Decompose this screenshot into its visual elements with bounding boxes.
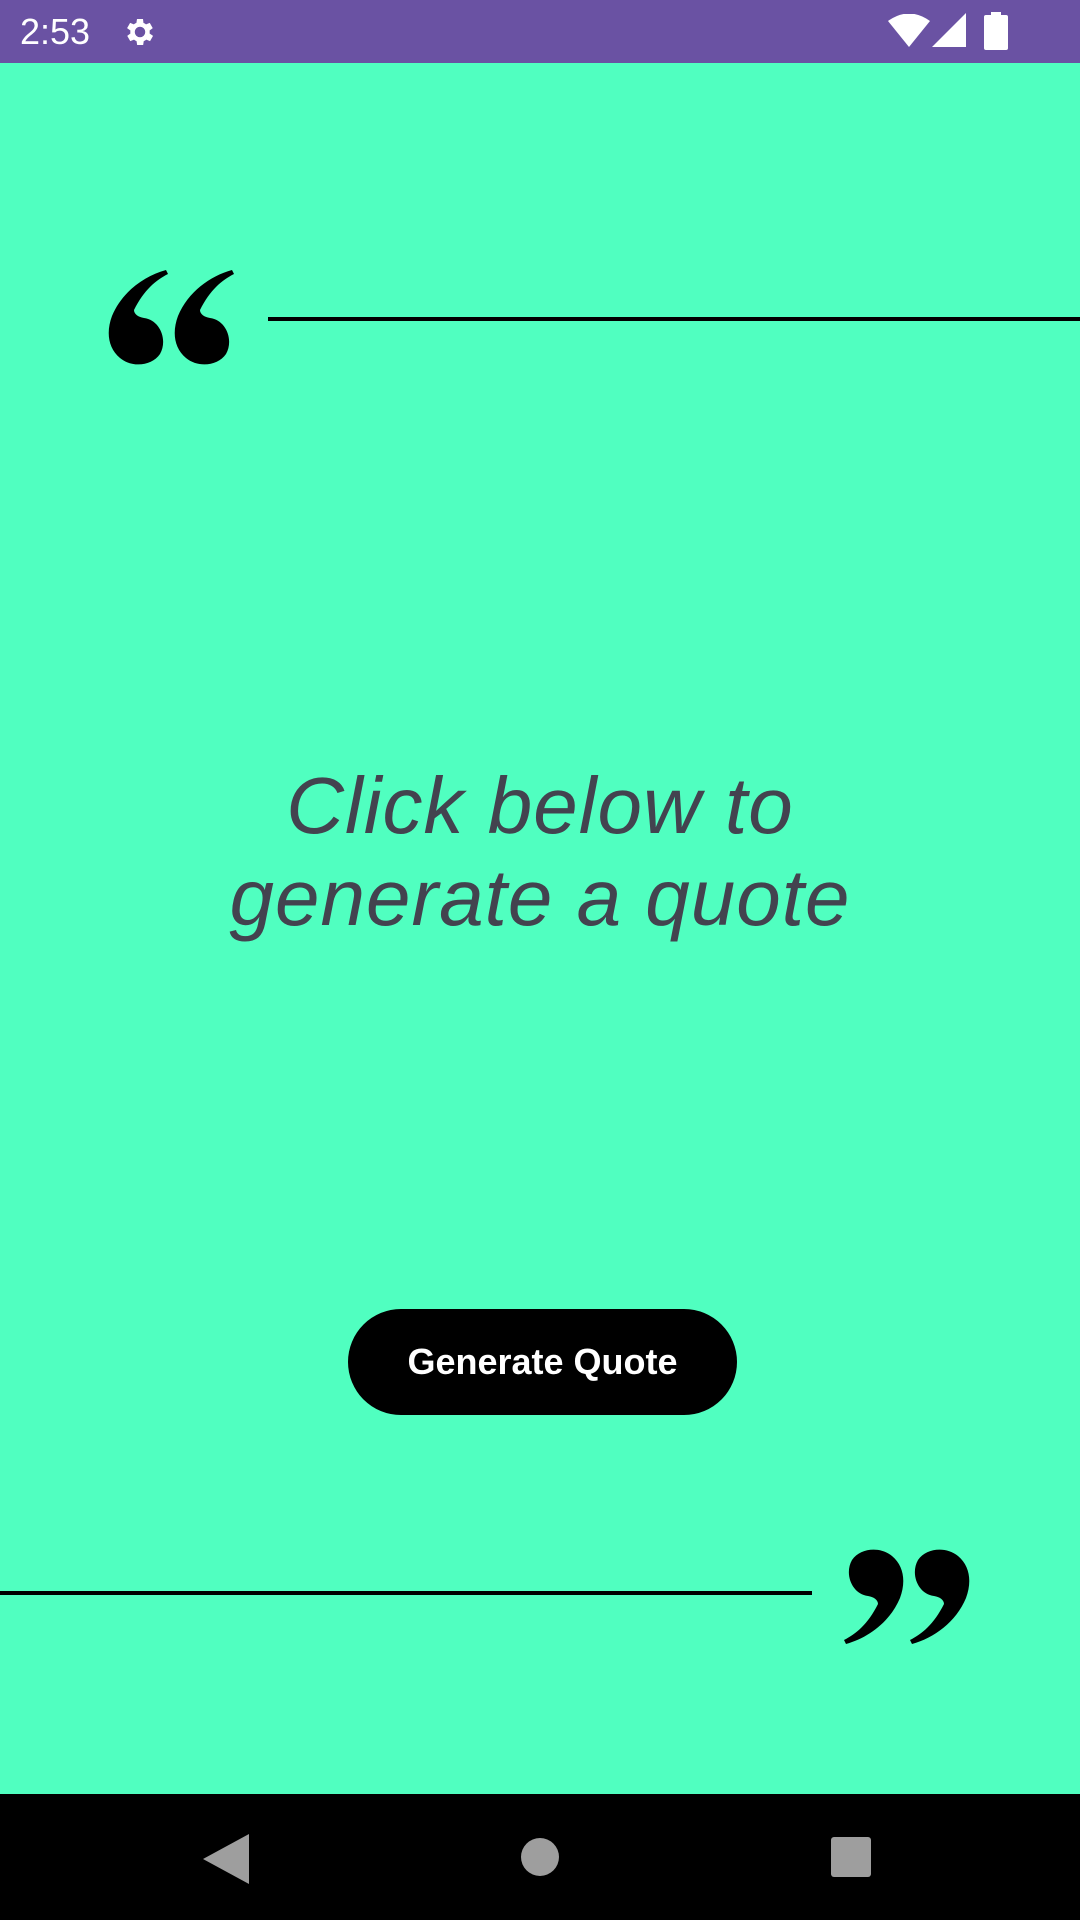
app-screen: 2:53 Click below to generate a quote Gen… [0,0,1080,1920]
gear-icon [127,18,154,46]
status-time: 2:53 [20,11,91,52]
quote-line-1: Click below to [286,761,794,850]
quote-close-icon [844,1549,970,1644]
signal-icon [932,13,966,47]
back-icon[interactable] [203,1834,249,1884]
quote-open-icon [108,270,234,365]
battery-icon [984,12,1008,50]
quote-line-2: generate a quote [229,853,851,942]
wifi-icon [888,14,930,47]
quote-text: Click below to generate a quote [140,760,940,944]
top-divider-line [268,317,1080,321]
recents-icon[interactable] [831,1837,871,1877]
status-bar: 2:53 [0,0,1080,63]
navigation-bar [0,1794,1080,1920]
generate-quote-button[interactable]: Generate Quote [348,1309,737,1415]
bottom-divider-line [0,1591,812,1595]
home-icon[interactable] [520,1837,560,1877]
